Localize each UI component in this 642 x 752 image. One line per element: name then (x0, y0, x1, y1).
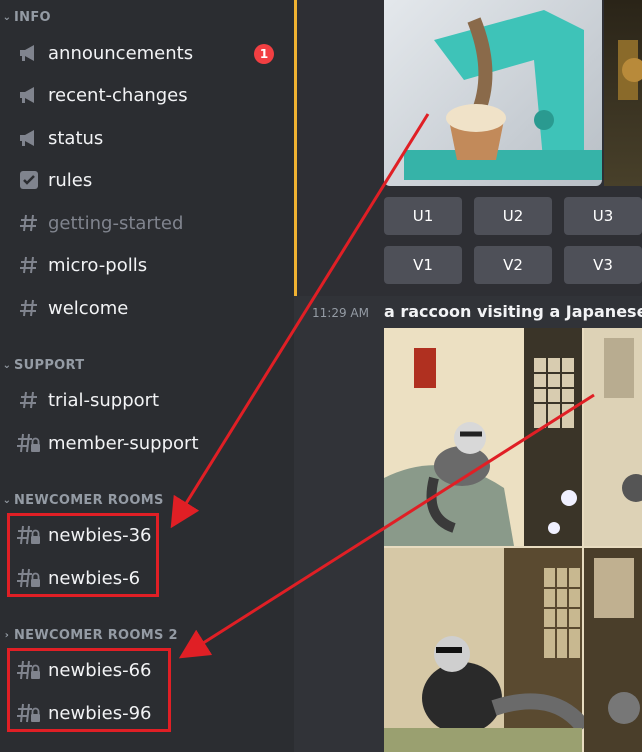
category-label: NEWCOMER ROOMS 2 (14, 627, 178, 643)
category-support[interactable]: ⌄ SUPPORT (0, 355, 84, 375)
hash-icon (14, 211, 44, 235)
category-label: NEWCOMER ROOMS (14, 492, 164, 508)
message-prompt-title: a raccoon visiting a Japanese (384, 302, 642, 321)
category-newcomer-rooms-2[interactable]: › NEWCOMER ROOMS 2 (0, 625, 178, 645)
channel-trial-support[interactable]: trial-support (8, 382, 284, 418)
message-timestamp: 11:29 AM (312, 306, 369, 320)
generated-image-partial[interactable] (604, 0, 642, 186)
hash-icon (14, 296, 44, 320)
category-newcomer-rooms[interactable]: ⌄ NEWCOMER ROOMS (0, 490, 164, 510)
channel-label: rules (48, 169, 93, 191)
megaphone-icon (14, 83, 44, 107)
channel-label: announcements (48, 42, 194, 64)
red-highlight-box (7, 513, 159, 597)
megaphone-icon (14, 126, 44, 150)
checkbox-icon (14, 168, 44, 192)
variation-button-2[interactable]: V2 (474, 246, 552, 284)
chevron-right-icon: › (4, 629, 10, 641)
mention-accent-bar (294, 0, 297, 296)
channel-label: welcome (48, 297, 129, 319)
red-highlight-box (7, 648, 171, 732)
channel-welcome[interactable]: welcome (8, 290, 284, 326)
variation-button-3[interactable]: V3 (564, 246, 642, 284)
chevron-down-icon: ⌄ (2, 359, 12, 371)
category-label: INFO (14, 9, 51, 25)
upscale-button-3[interactable]: U3 (564, 197, 642, 235)
category-info[interactable]: ⌄ INFO (0, 7, 51, 27)
category-label: SUPPORT (14, 357, 85, 373)
hash-icon (14, 253, 44, 277)
chevron-down-icon: ⌄ (2, 11, 12, 23)
generated-image-mixer[interactable] (384, 0, 602, 186)
unread-badge: 1 (254, 44, 274, 64)
upscale-button-1[interactable]: U1 (384, 197, 462, 235)
channel-rules[interactable]: rules (8, 162, 284, 198)
channel-label: member-support (48, 432, 199, 454)
channel-status[interactable]: status (8, 120, 284, 156)
megaphone-icon (14, 41, 44, 65)
hash-icon (14, 388, 44, 412)
variation-button-1[interactable]: V1 (384, 246, 462, 284)
generated-image-raccoon-grid[interactable] (384, 328, 642, 752)
locked-hash-icon (14, 431, 44, 455)
channel-announcements[interactable]: announcements 1 (8, 35, 284, 71)
channel-label: status (48, 127, 104, 149)
channel-label: recent-changes (48, 84, 188, 106)
channel-recent-changes[interactable]: recent-changes (8, 77, 284, 113)
channel-micro-polls[interactable]: micro-polls (8, 247, 284, 283)
channel-label: trial-support (48, 389, 160, 411)
channel-sidebar: ⌄ INFO announcements 1 recent-changes st… (0, 0, 294, 752)
chevron-down-icon: ⌄ (2, 494, 12, 506)
channel-label: getting-started (48, 212, 184, 234)
upscale-button-2[interactable]: U2 (474, 197, 552, 235)
channel-getting-started[interactable]: getting-started (8, 205, 284, 241)
channel-label: micro-polls (48, 254, 148, 276)
channel-member-support[interactable]: member-support (8, 425, 284, 461)
